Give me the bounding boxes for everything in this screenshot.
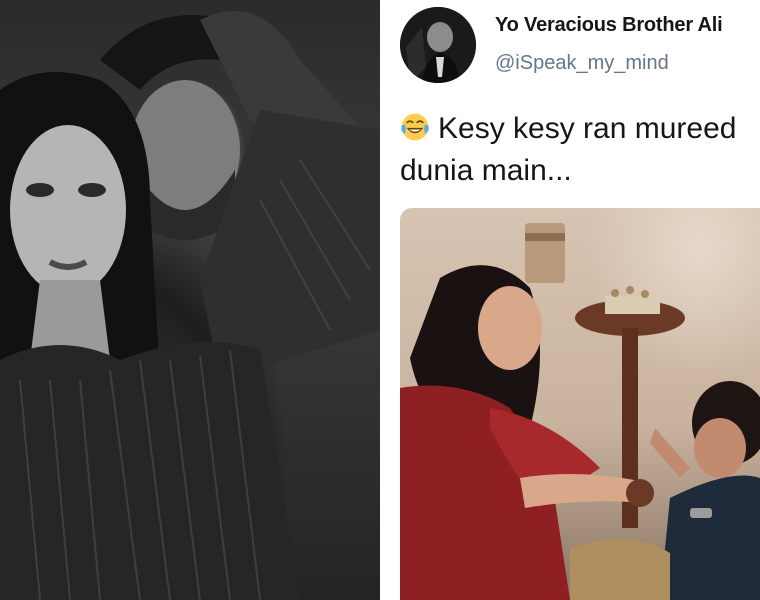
avatar-image: [400, 7, 476, 83]
tweet-text: Kesy kesy ran mureed dunia main...: [400, 108, 760, 192]
user-avatar[interactable]: [400, 7, 476, 83]
face-with-tears-of-joy-icon: [401, 113, 429, 141]
display-name[interactable]: Yo Veracious Brother Ali: [495, 14, 723, 37]
user-handle[interactable]: @iSpeak_my_mind: [495, 52, 669, 75]
tweet-text-line-2: dunia main...: [400, 154, 572, 187]
mehndi-scene-illustration: [400, 223, 760, 600]
divider: [380, 0, 398, 600]
tweet-card: Yo Veracious Brother Ali @iSpeak_my_mind…: [398, 0, 760, 600]
tweet-text-line-1: Kesy kesy ran mureed: [400, 108, 760, 150]
couple-photo-illustration: [0, 11, 380, 600]
left-photo: [0, 0, 380, 600]
tweet-media-photo[interactable]: [400, 208, 760, 600]
tweet-text-line-1-content: Kesy kesy ran mureed: [438, 112, 737, 145]
